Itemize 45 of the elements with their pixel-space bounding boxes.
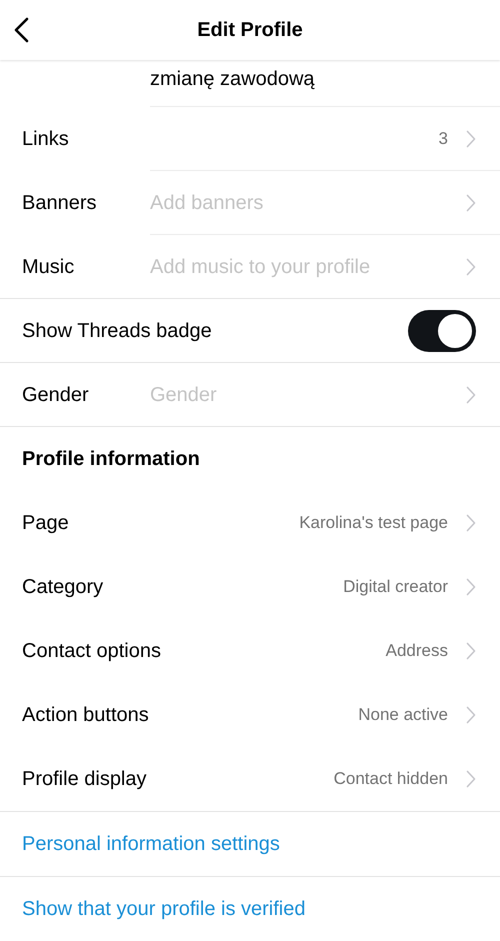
chevron-icon [466,642,476,660]
section-heading: Profile information [22,447,200,472]
row-value: Karolina's test page [299,512,448,534]
settings-row[interactable]: Show Threads badge [0,299,500,362]
placeholder-text: Add music to your profile [150,254,372,280]
settings-row[interactable]: Gender Gender [0,363,500,426]
row-label: Show Threads badge [22,318,213,344]
back-icon[interactable] [12,17,30,43]
bio-text: zmianę zawodową [150,67,315,92]
chevron-icon [466,258,476,276]
settings-row[interactable]: Profile display Contact hidden [0,747,500,811]
chevron-icon [466,386,476,404]
row-label: Gender [22,382,90,408]
row-label: Music [22,254,76,280]
row-label: Contact options [22,639,161,664]
settings-row[interactable]: Action buttons None active [0,683,500,747]
chevron-icon [466,194,476,212]
settings-row[interactable]: Category Digital creator [0,555,500,619]
settings-link[interactable]: Personal information settings [22,829,280,859]
row-value: Digital creator [343,576,448,598]
row-value: 3 [438,128,448,150]
row-value: Address [386,640,448,662]
row-value: Contact hidden [334,768,448,790]
row-label: Banners [22,190,98,216]
settings-row[interactable]: Links 3 [0,107,500,170]
settings-row[interactable]: Music Add music to your profile [0,235,500,298]
row-label: Profile display [22,767,147,792]
settings-row[interactable]: Page Karolina's test page [0,491,500,555]
chevron-icon [466,706,476,724]
row-label: Page [22,511,69,536]
placeholder-text: Gender [150,382,218,408]
chevron-icon [466,514,476,532]
row-value: None active [358,704,448,726]
settings-link[interactable]: Show that your profile is verified [22,894,306,924]
toggle-switch[interactable] [408,310,476,352]
chevron-icon [466,578,476,596]
row-label: Links [22,126,69,152]
row-label: Category [22,575,104,600]
settings-row[interactable]: Contact options Address [0,619,500,683]
settings-row[interactable]: Banners Add banners [0,171,500,234]
chevron-icon [466,770,476,788]
placeholder-text: Add banners [150,190,264,216]
page-title: Edit Profile [197,18,303,43]
row-label: Action buttons [22,703,149,728]
chevron-icon [466,130,476,148]
